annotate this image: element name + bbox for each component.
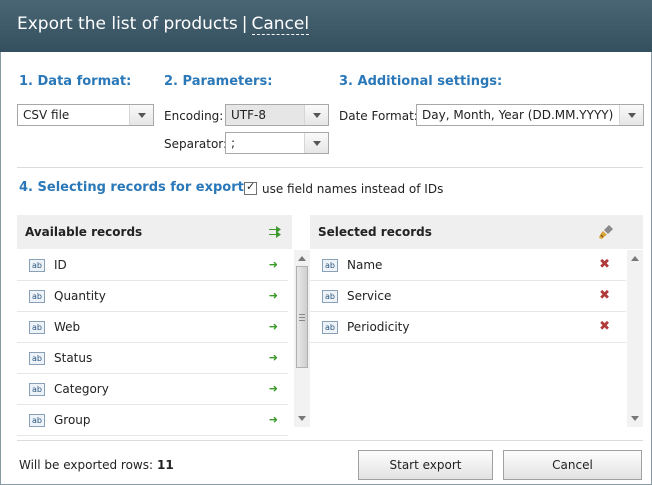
title-bar: Export the list of products | Cancel bbox=[0, 0, 652, 52]
text-field-icon: ab bbox=[322, 290, 338, 303]
chevron-down-icon bbox=[304, 133, 328, 153]
grip-line bbox=[299, 320, 305, 321]
text-field-icon: ab bbox=[322, 321, 338, 334]
brush-icon[interactable] bbox=[598, 224, 614, 240]
grip-line bbox=[299, 317, 305, 318]
selected-records-title: Selected records bbox=[318, 225, 432, 239]
text-field-icon: ab bbox=[29, 383, 45, 396]
available-records-title: Available records bbox=[25, 225, 143, 239]
title-cancel-link[interactable]: Cancel bbox=[251, 14, 310, 35]
selected-record-name: Service bbox=[347, 289, 392, 303]
available-record-name: Web bbox=[54, 320, 81, 334]
arrow-right-icon[interactable]: ➜ bbox=[269, 320, 278, 333]
section-data-format-title: 1. Data format: bbox=[19, 74, 132, 89]
available-record-name: Status bbox=[54, 351, 93, 365]
separator-select[interactable]: ; bbox=[225, 132, 329, 154]
section-selecting-title: 4. Selecting records for export: bbox=[19, 180, 250, 195]
close-x-icon[interactable]: ✖ bbox=[599, 319, 610, 334]
start-export-button[interactable]: Start export bbox=[358, 450, 493, 480]
encoding-select[interactable]: UTF-8 bbox=[225, 104, 329, 126]
encoding-label: Encoding: bbox=[164, 109, 224, 123]
chevron-down-icon bbox=[129, 105, 153, 125]
selected-record-row[interactable]: ab Service ✖ bbox=[310, 281, 626, 312]
data-format-value: CSV file bbox=[23, 108, 70, 122]
available-records-list: ab ID ➜ ab Quantity ➜ ab Web ➜ ab Status… bbox=[17, 250, 288, 437]
available-record-row[interactable]: ab Status ➜ bbox=[17, 343, 288, 374]
scroll-up-icon[interactable] bbox=[631, 256, 639, 261]
available-record-row[interactable]: ab Group ➜ bbox=[17, 405, 288, 436]
available-record-name: Group bbox=[54, 413, 91, 427]
divider bbox=[17, 440, 643, 441]
text-field-icon: ab bbox=[29, 259, 45, 272]
selected-records-list: ab Name ✖ ab Service ✖ ab Periodicity ✖ bbox=[310, 250, 626, 427]
selected-record-row[interactable]: ab Periodicity ✖ bbox=[310, 312, 626, 343]
selected-record-name: Name bbox=[347, 258, 383, 272]
date-format-select[interactable]: Day, Month, Year (DD.MM.YYYY) bbox=[416, 104, 644, 126]
text-field-icon: ab bbox=[29, 290, 45, 303]
selected-records-scrollbar[interactable] bbox=[627, 250, 643, 427]
text-field-icon: ab bbox=[29, 414, 45, 427]
date-format-label: Date Format: bbox=[339, 109, 418, 123]
cancel-button[interactable]: Cancel bbox=[503, 450, 642, 480]
chevron-down-icon bbox=[619, 105, 643, 125]
chevron-down-icon bbox=[304, 105, 328, 125]
available-record-name: ID bbox=[54, 258, 67, 272]
available-record-row[interactable]: ab Web ➜ bbox=[17, 312, 288, 343]
use-field-names-checkbox[interactable] bbox=[244, 180, 257, 195]
available-record-row[interactable]: ab Quantity ➜ bbox=[17, 281, 288, 312]
selected-record-row[interactable]: ab Name ✖ bbox=[310, 250, 626, 281]
grip-line bbox=[299, 314, 305, 315]
dialog-title-text: Export the list of products bbox=[17, 14, 238, 34]
separator-label: Separator: bbox=[164, 137, 228, 151]
available-record-name: Quantity bbox=[54, 289, 106, 303]
exported-rows-count: 11 bbox=[157, 458, 174, 472]
available-record-row[interactable]: ab ID ➜ bbox=[17, 250, 288, 281]
available-record-name: Category bbox=[54, 382, 109, 396]
scroll-down-icon[interactable] bbox=[298, 416, 306, 421]
title-separator: | bbox=[241, 14, 248, 34]
double-arrow-right-icon[interactable] bbox=[268, 226, 282, 238]
close-x-icon[interactable]: ✖ bbox=[599, 257, 610, 272]
text-field-icon: ab bbox=[322, 259, 338, 272]
data-format-select[interactable]: CSV file bbox=[17, 104, 154, 126]
exported-rows-label: Will be exported rows: bbox=[19, 458, 154, 472]
separator-value: ; bbox=[231, 136, 236, 150]
text-field-icon: ab bbox=[29, 321, 45, 334]
dialog-title: Export the list of products | Cancel bbox=[17, 14, 310, 35]
divider bbox=[17, 167, 643, 168]
section-parameters-title: 2. Parameters: bbox=[164, 74, 273, 89]
exported-rows-info: Will be exported rows: 11 bbox=[19, 458, 174, 472]
available-records-header: Available records bbox=[17, 215, 292, 249]
arrow-right-icon[interactable]: ➜ bbox=[269, 289, 278, 302]
section-additional-title: 3. Additional settings: bbox=[339, 74, 503, 89]
selected-records-header: Selected records bbox=[310, 215, 643, 249]
scroll-up-icon[interactable] bbox=[298, 256, 306, 261]
arrow-right-icon[interactable]: ➜ bbox=[269, 413, 278, 426]
arrow-right-icon[interactable]: ➜ bbox=[269, 258, 278, 271]
selected-record-name: Periodicity bbox=[347, 320, 410, 334]
close-x-icon[interactable]: ✖ bbox=[599, 288, 610, 303]
text-field-icon: ab bbox=[29, 352, 45, 365]
use-field-names-label[interactable]: use field names instead of IDs bbox=[262, 182, 443, 196]
available-records-scrollbar[interactable] bbox=[294, 250, 310, 427]
available-record-row[interactable]: ab Category ➜ bbox=[17, 374, 288, 405]
encoding-value: UTF-8 bbox=[231, 108, 266, 122]
scroll-thumb[interactable] bbox=[296, 266, 308, 368]
scroll-down-icon[interactable] bbox=[631, 416, 639, 421]
arrow-right-icon[interactable]: ➜ bbox=[269, 382, 278, 395]
date-format-value: Day, Month, Year (DD.MM.YYYY) bbox=[422, 108, 614, 122]
arrow-right-icon[interactable]: ➜ bbox=[269, 351, 278, 364]
